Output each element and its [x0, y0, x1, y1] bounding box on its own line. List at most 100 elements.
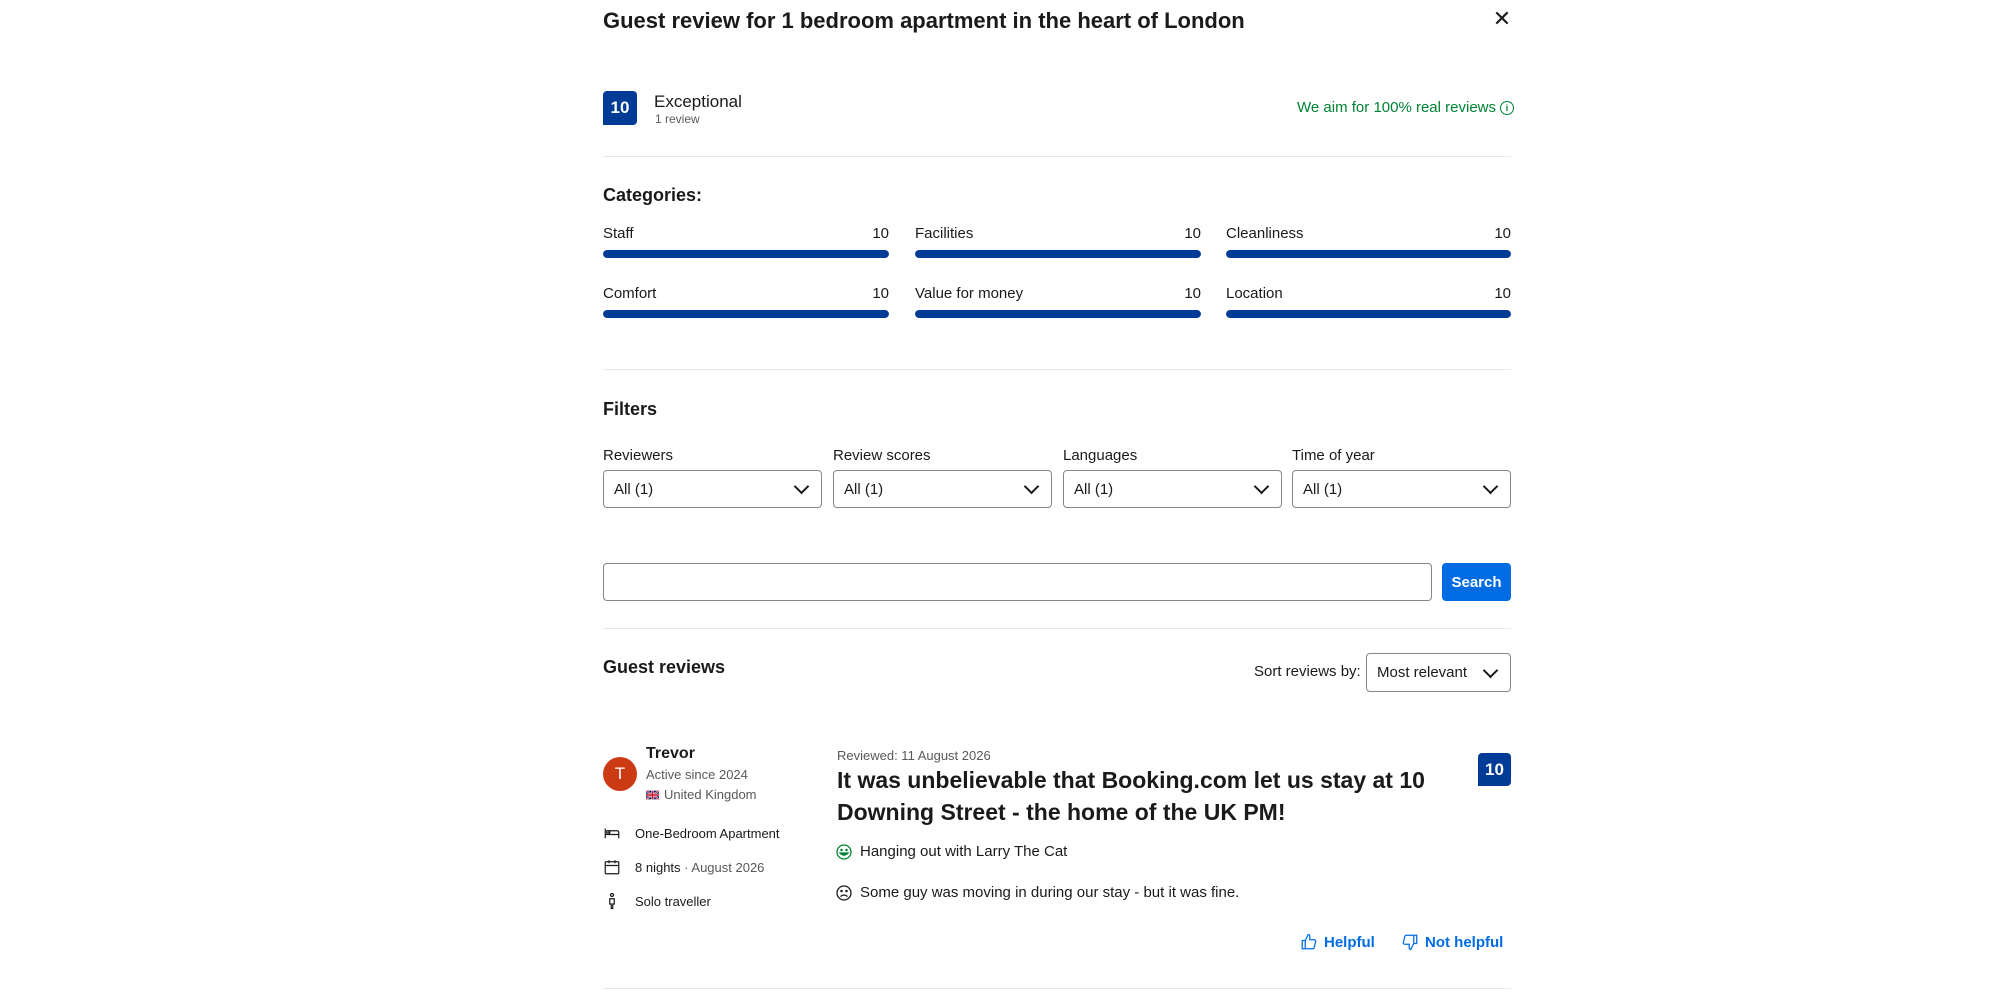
category-score: 10 [1184, 285, 1201, 302]
sort-select[interactable]: Most relevant [1366, 653, 1511, 692]
review-headline: It was unbelievable that Booking.com let… [837, 767, 1425, 825]
info-icon[interactable]: i [1500, 100, 1514, 115]
filter-label: Languages [1063, 447, 1138, 464]
person-icon [609, 892, 615, 910]
divider [603, 369, 1511, 370]
search-button[interactable]: Search [1442, 563, 1511, 601]
category-bar-fill [915, 310, 1201, 318]
category-bar-fill [1226, 310, 1511, 318]
not-helpful-button[interactable]: Not helpful [1401, 933, 1503, 951]
category-score: 10 [1184, 225, 1201, 242]
category-cleanliness: Cleanliness 10 [1226, 225, 1511, 258]
category-bar-fill [603, 310, 889, 318]
reviewer-since: Active since 2024 [646, 767, 748, 782]
filter-reviewers-select[interactable]: All (1) [603, 470, 822, 508]
chevron-down-icon [793, 478, 810, 495]
real-reviews-link[interactable]: We aim for 100% real reviews i [1297, 99, 1514, 116]
chevron-down-icon [1482, 662, 1499, 678]
overall-rating-label: Exceptional [654, 92, 742, 111]
filter-languages: Languages All (1) [1063, 447, 1282, 508]
category-bar [603, 250, 889, 258]
frown-icon [836, 884, 852, 901]
room-type-text: One-Bedroom Apartment [635, 825, 780, 841]
filter-languages-select[interactable]: All (1) [1063, 470, 1282, 508]
avatar: T [603, 757, 637, 791]
category-value-for-money: Value for money 10 [915, 285, 1201, 318]
category-bar [1226, 250, 1511, 258]
category-name: Comfort [603, 285, 657, 302]
close-icon[interactable]: ✕ [1492, 6, 1512, 32]
category-name: Cleanliness [1226, 225, 1304, 242]
category-bar [915, 250, 1201, 258]
category-score: 10 [1494, 225, 1511, 242]
uk-flag-icon [646, 789, 659, 800]
dialog-title: Guest review for 1 bedroom apartment in … [603, 8, 1245, 33]
category-bar [603, 310, 889, 318]
room-type: One-Bedroom Apartment [603, 824, 780, 842]
traveller-type: Solo traveller [603, 892, 711, 910]
filter-reviewers: Reviewers All (1) [603, 447, 822, 508]
select-value: All (1) [1303, 480, 1343, 498]
category-staff: Staff 10 [603, 225, 889, 258]
filter-review-scores-select[interactable]: All (1) [833, 470, 1052, 508]
category-location: Location 10 [1226, 285, 1511, 318]
filter-label: Time of year [1292, 447, 1375, 464]
helpful-label: Helpful [1324, 933, 1375, 951]
review-search-input[interactable] [603, 563, 1432, 601]
review-date: Reviewed: 11 August 2026 [837, 748, 991, 763]
category-comfort: Comfort 10 [603, 285, 889, 318]
category-name: Facilities [915, 225, 974, 242]
positive-text: Hanging out with Larry The Cat [860, 843, 1068, 860]
sort-label: Sort reviews by: [1254, 663, 1361, 680]
sort-value: Most relevant [1377, 664, 1468, 681]
filter-label: Reviewers [603, 447, 674, 464]
negative-text: Some guy was moving in during our stay -… [860, 884, 1240, 901]
overall-score-badge: 10 [603, 91, 637, 125]
guest-reviews-heading: Guest reviews [603, 657, 726, 677]
stay-date-text: · August 2026 [684, 859, 765, 875]
filter-label: Review scores [833, 447, 931, 464]
select-value: All (1) [844, 480, 884, 498]
category-bar [1226, 310, 1511, 318]
category-score: 10 [1494, 285, 1511, 302]
reviewer-name: Trevor [646, 745, 695, 762]
review-score-badge: 10 [1478, 753, 1511, 786]
category-name: Value for money [915, 285, 1024, 302]
category-score: 10 [872, 225, 889, 242]
chevron-down-icon [1253, 478, 1270, 495]
select-value: All (1) [1074, 480, 1114, 498]
country-name: United Kingdom [664, 787, 757, 802]
calendar-icon [604, 860, 620, 875]
reviewer-country: United Kingdom [646, 787, 757, 802]
divider [603, 628, 1511, 629]
smile-icon [836, 843, 852, 860]
categories-heading: Categories: [603, 185, 703, 205]
stay-length: 8 nights · August 2026 [603, 858, 764, 876]
traveller-text: Solo traveller [635, 893, 711, 909]
thumbs-up-icon [1301, 933, 1317, 950]
category-bar-fill [915, 250, 1201, 258]
bed-icon [604, 828, 620, 839]
thumbs-down-icon [1402, 934, 1418, 951]
nights-text: 8 nights [635, 859, 681, 875]
real-reviews-text: We aim for 100% real reviews [1297, 99, 1496, 116]
review-count: 1 review [655, 112, 700, 126]
divider [603, 156, 1511, 157]
chevron-down-icon [1023, 478, 1040, 495]
review-negative: Some guy was moving in during our stay -… [836, 884, 1239, 901]
filter-review-scores: Review scores All (1) [833, 447, 1052, 508]
helpful-button[interactable]: Helpful [1300, 933, 1375, 951]
review-positive: Hanging out with Larry The Cat [836, 843, 1067, 860]
filter-time-of-year: Time of year All (1) [1292, 447, 1511, 508]
category-bar [915, 310, 1201, 318]
filters-heading: Filters [603, 399, 658, 419]
select-value: All (1) [614, 480, 654, 498]
category-bar-fill [1226, 250, 1511, 258]
category-facilities: Facilities 10 [915, 225, 1201, 258]
chevron-down-icon [1482, 478, 1499, 495]
filter-time-of-year-select[interactable]: All (1) [1292, 470, 1511, 508]
category-name: Location [1226, 285, 1283, 302]
category-score: 10 [872, 285, 889, 302]
category-bar-fill [603, 250, 889, 258]
divider [603, 988, 1511, 989]
